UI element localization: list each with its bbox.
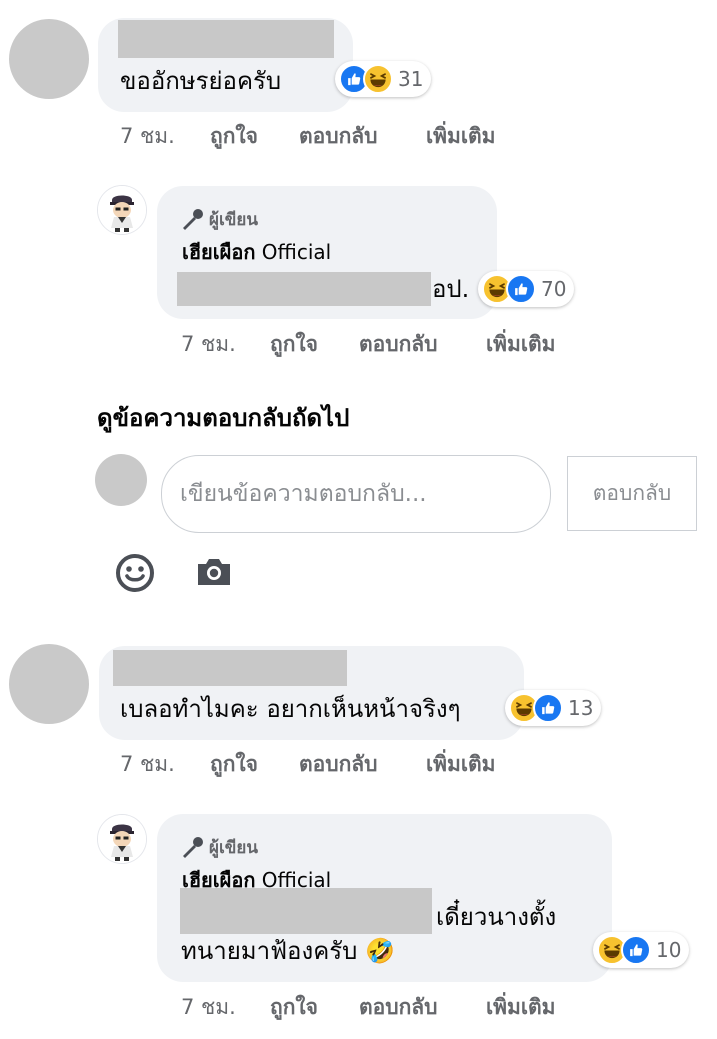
camera-icon[interactable]	[195, 557, 233, 587]
reply-text: อป.	[432, 275, 470, 303]
comment-actions: 7 ชม. ถูกใจ ตอบกลับ เพิ่มเติม	[0, 120, 717, 150]
comment-bubble: เบลอทำไมคะ อยากเห็นหน้าจริงๆ	[99, 646, 524, 740]
redacted-name	[113, 650, 347, 686]
redacted-text	[180, 888, 432, 934]
reaction-count: 70	[541, 277, 567, 301]
like-reaction-icon	[506, 274, 536, 304]
reply-text-line1: เดี๋ยวนางตั้ง	[436, 903, 557, 931]
like-reaction-icon	[533, 693, 563, 723]
microphone-icon	[183, 836, 203, 858]
more-button[interactable]: เพิ่มเติม	[486, 991, 556, 1024]
author-avatar[interactable]	[97, 814, 147, 864]
reaction-summary[interactable]: 10	[593, 932, 690, 968]
haha-reaction-icon	[363, 64, 393, 94]
like-button[interactable]: ถูกใจ	[210, 120, 258, 153]
redacted-name	[118, 20, 334, 58]
smiley-icon[interactable]	[115, 553, 155, 593]
like-button[interactable]: ถูกใจ	[270, 328, 318, 361]
reply-actions: 7 ชม. ถูกใจ ตอบกลับ เพิ่มเติม	[0, 991, 717, 1021]
reaction-count: 10	[656, 938, 682, 962]
redacted-text	[177, 272, 431, 306]
reply-actions: 7 ชม. ถูกใจ ตอบกลับ เพิ่มเติม	[0, 328, 717, 358]
reply-bubble: ผู้เขียน เฮียเผือก Official เดี๋ยวนางตั้…	[157, 814, 612, 982]
microphone-icon	[183, 208, 203, 230]
current-user-avatar	[95, 454, 147, 506]
reply-bubble: ผู้เขียน เฮียเผือก Official อป.	[157, 186, 497, 319]
more-button[interactable]: เพิ่มเติม	[486, 328, 556, 361]
comment-time[interactable]: 7 ชม.	[120, 748, 175, 781]
reply-time[interactable]: 7 ชม.	[181, 991, 236, 1024]
reaction-summary[interactable]: 13	[505, 690, 602, 726]
reply-button[interactable]: ตอบกลับ	[359, 328, 438, 361]
reply-text-line2: ทนายมาฟ้องครับ 🤣	[181, 937, 395, 965]
like-button[interactable]: ถูกใจ	[270, 991, 318, 1024]
reply-time[interactable]: 7 ชม.	[181, 328, 236, 361]
view-more-replies-link[interactable]: ดูข้อความตอบกลับถัดไป	[97, 398, 349, 437]
author-avatar[interactable]	[97, 185, 147, 235]
more-button[interactable]: เพิ่มเติม	[426, 748, 496, 781]
reply-button[interactable]: ตอบกลับ	[359, 991, 438, 1024]
reaction-summary[interactable]: 31	[335, 61, 432, 97]
reply-button[interactable]: ตอบกลับ	[299, 748, 378, 781]
reaction-count: 31	[398, 67, 424, 91]
reply-input[interactable]: เขียนข้อความตอบกลับ...	[161, 455, 551, 533]
reply-button[interactable]: ตอบกลับ	[299, 120, 378, 153]
commenter-avatar[interactable]	[9, 644, 89, 724]
reaction-summary[interactable]: 70	[478, 271, 575, 307]
like-reaction-icon	[621, 935, 651, 965]
author-badge: ผู้เขียน	[179, 206, 258, 233]
reaction-count: 13	[568, 696, 594, 720]
comment-text: เบลอทำไมคะ อยากเห็นหน้าจริงๆ	[120, 695, 461, 723]
more-button[interactable]: เพิ่มเติม	[426, 120, 496, 153]
comment-bubble: ขออักษรย่อครับ	[98, 18, 353, 112]
comment-text: ขออักษรย่อครับ	[120, 67, 282, 95]
comment-actions: 7 ชม. ถูกใจ ตอบกลับ เพิ่มเติม	[0, 748, 717, 778]
author-name[interactable]: เฮียเผือก Official	[182, 240, 331, 264]
rofl-emoji: 🤣	[365, 937, 395, 965]
comment-time[interactable]: 7 ชม.	[120, 120, 175, 153]
reply-submit-button[interactable]: ตอบกลับ	[567, 456, 697, 531]
commenter-avatar[interactable]	[9, 19, 89, 99]
author-badge: ผู้เขียน	[179, 834, 258, 861]
like-button[interactable]: ถูกใจ	[210, 748, 258, 781]
